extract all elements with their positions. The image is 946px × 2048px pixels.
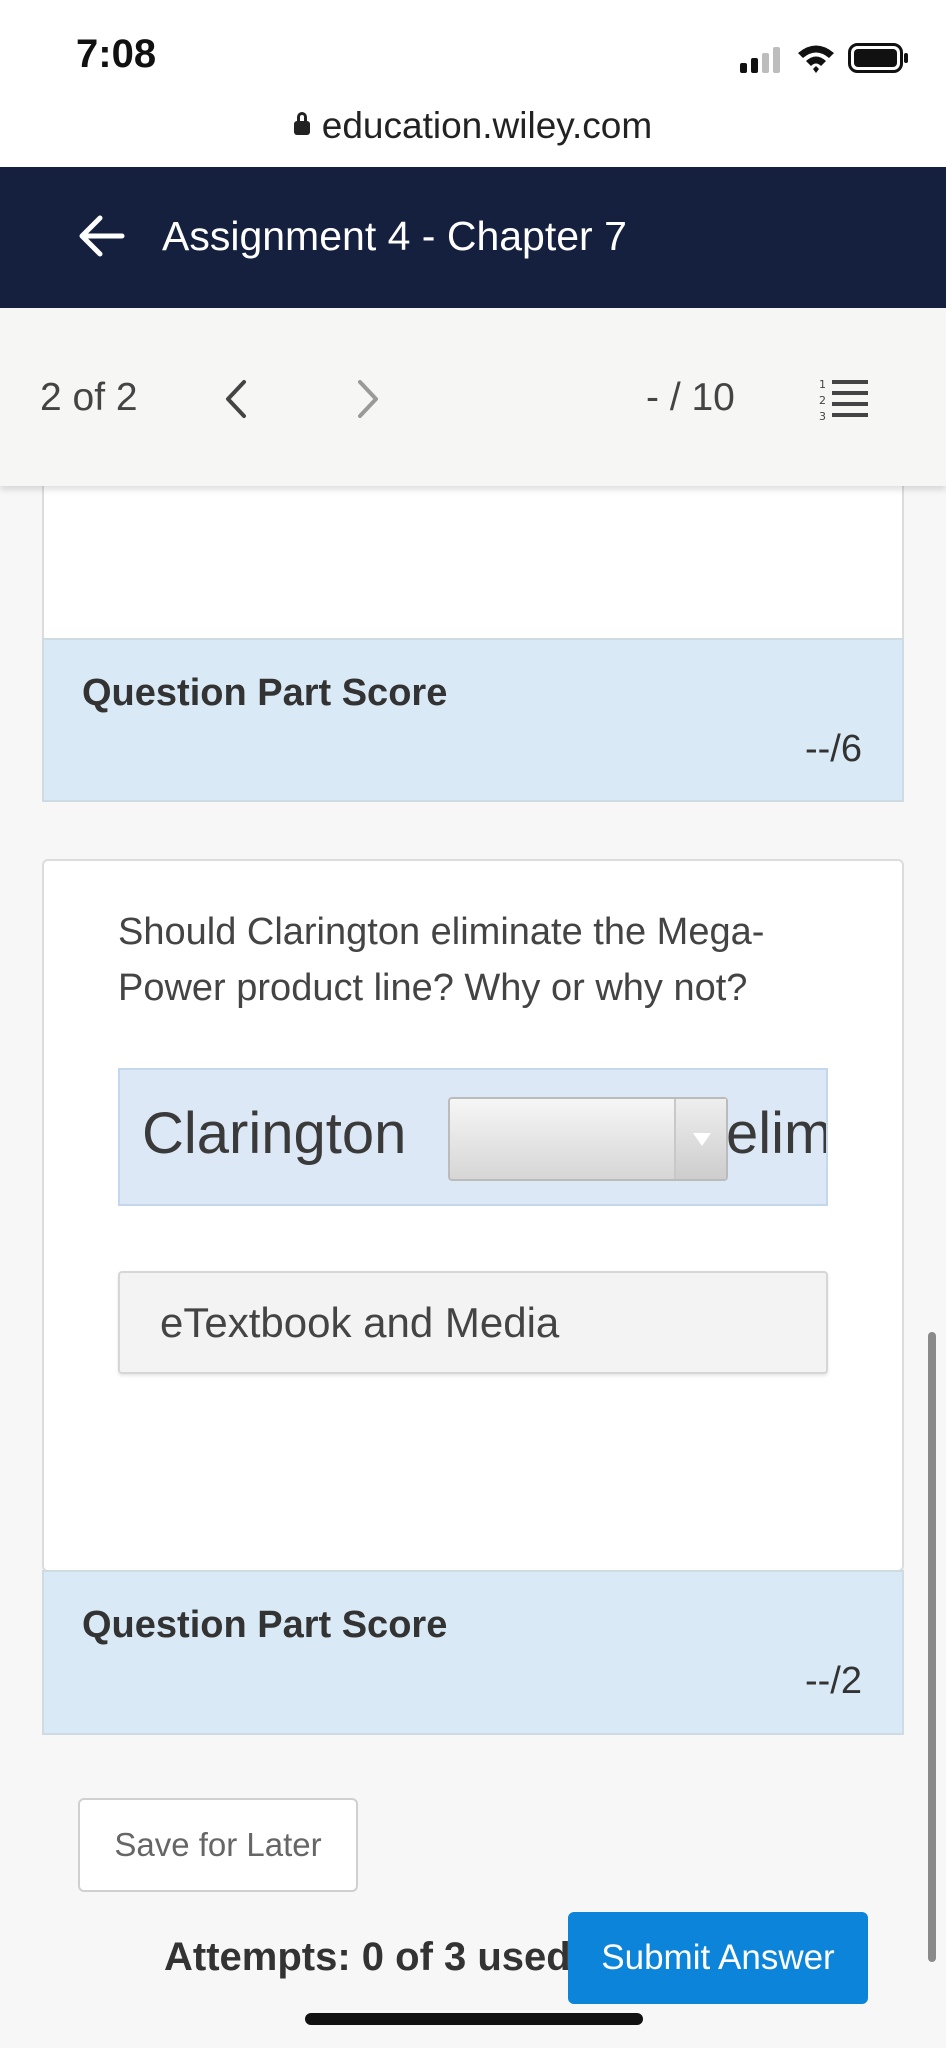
answer-suffix: elim <box>726 1101 828 1166</box>
page-title: Assignment 4 - Chapter 7 <box>162 213 627 259</box>
answer-row: Clarington elim <box>118 1068 828 1206</box>
url-bar[interactable]: education.wiley.com <box>0 105 946 147</box>
dropdown-arrow-icon[interactable] <box>674 1099 726 1179</box>
answer-prefix: Clarington <box>142 1101 407 1166</box>
svg-text:2: 2 <box>819 394 826 407</box>
back-arrow-icon[interactable] <box>78 212 126 260</box>
submit-answer-button[interactable]: Submit Answer <box>568 1912 868 2004</box>
score-value: --/6 <box>805 728 862 770</box>
score-label: Question Part Score <box>82 672 448 714</box>
svg-text:1: 1 <box>819 378 826 391</box>
next-question-button[interactable] <box>354 378 382 420</box>
etextbook-media-button[interactable]: eTextbook and Media <box>118 1271 828 1374</box>
wifi-icon <box>798 45 834 73</box>
question-nav-bar <box>0 308 946 486</box>
question-text: Should Clarington eliminate the Mega-Pow… <box>118 911 765 1009</box>
save-for-later-button[interactable]: Save for Later <box>78 1798 358 1892</box>
page-count: 2 of 2 <box>40 376 138 419</box>
score-value: --/2 <box>805 1660 862 1702</box>
answer-dropdown[interactable] <box>448 1097 728 1181</box>
question-part-score-box-1: Question Part Score --/6 <box>42 638 904 802</box>
signal-icon <box>740 47 780 73</box>
prev-question-button[interactable] <box>222 378 250 420</box>
scrollbar-thumb[interactable] <box>928 1332 936 1962</box>
battery-icon <box>848 43 908 73</box>
question-part-card-1 <box>42 470 904 640</box>
lock-icon <box>293 112 310 135</box>
home-indicator[interactable] <box>305 2013 643 2025</box>
question-list-icon[interactable]: 1 2 3 <box>816 376 870 424</box>
question-part-score-box-2: Question Part Score --/2 <box>42 1570 904 1735</box>
status-time: 7:08 <box>76 32 157 76</box>
points-display: - / 10 <box>646 376 735 419</box>
score-label: Question Part Score <box>82 1604 448 1646</box>
url-text: education.wiley.com <box>321 105 653 146</box>
svg-text:3: 3 <box>819 410 826 423</box>
attempts-counter: Attempts: 0 of 3 used <box>164 1935 571 1979</box>
